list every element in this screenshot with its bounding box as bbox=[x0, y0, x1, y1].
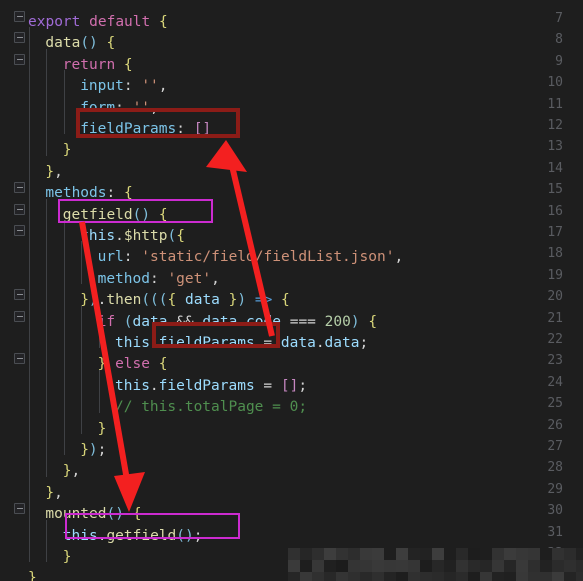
code-editor[interactable]: 7 8 9 10 11 12 13 14 15 16 17 18 19 20 21 22 23 24 25 26 27 2… bbox=[0, 0, 583, 581]
code-line[interactable]: form: '', bbox=[80, 98, 159, 119]
code-fold-toggle-icon[interactable] bbox=[14, 353, 25, 365]
line-number: 17 bbox=[547, 225, 563, 240]
line-number: 15 bbox=[547, 182, 563, 198]
line-number: 27 bbox=[547, 439, 563, 454]
indent-guide bbox=[63, 220, 65, 456]
code-line[interactable]: return { bbox=[63, 55, 133, 76]
line-number: 20 bbox=[547, 289, 563, 305]
line-number: 22 bbox=[547, 332, 563, 347]
code-line[interactable]: url: 'static/field/fieldList.json', bbox=[98, 247, 404, 268]
code-line[interactable]: fieldParams: [] bbox=[80, 119, 211, 140]
code-fold-toggle-icon[interactable] bbox=[14, 182, 25, 194]
code-line[interactable]: this.getfield(); bbox=[63, 526, 203, 547]
code-fold-toggle-icon[interactable] bbox=[14, 32, 25, 44]
line-number: 25 bbox=[547, 396, 563, 412]
line-number: 9 bbox=[555, 53, 563, 69]
line-number: 33 bbox=[547, 567, 563, 581]
code-line[interactable]: this.fieldParams = data.data; bbox=[115, 333, 368, 354]
line-number: 31 bbox=[547, 524, 563, 540]
code-line[interactable]: data() { bbox=[45, 33, 115, 54]
code-line[interactable]: }); bbox=[80, 440, 106, 461]
line-number: 23 bbox=[547, 353, 563, 369]
code-fold-toggle-icon[interactable] bbox=[14, 289, 25, 301]
code-line[interactable]: this.$http({ bbox=[80, 226, 185, 247]
line-number: 30 bbox=[547, 503, 563, 519]
line-number: 24 bbox=[547, 374, 563, 390]
line-number: 18 bbox=[547, 246, 563, 262]
code-line[interactable]: mounted() { bbox=[45, 504, 141, 525]
code-line[interactable]: // this.totalPage = 0; bbox=[115, 397, 307, 418]
code-line[interactable]: } bbox=[98, 419, 107, 440]
indent-guide bbox=[46, 519, 48, 563]
code-line[interactable]: this.fieldParams = []; bbox=[115, 376, 307, 397]
code-line[interactable]: } bbox=[63, 547, 72, 568]
code-line[interactable]: } else { bbox=[98, 354, 168, 375]
line-number: 10 bbox=[547, 75, 563, 91]
indent-guide bbox=[46, 48, 48, 156]
line-number: 26 bbox=[547, 417, 563, 433]
line-number: 14 bbox=[547, 160, 563, 176]
code-line[interactable]: }, bbox=[63, 461, 80, 482]
line-number: 28 bbox=[547, 460, 563, 476]
code-line[interactable]: }).then((({ data }) => { bbox=[80, 290, 290, 311]
code-line[interactable]: methods: { bbox=[45, 183, 132, 204]
line-number: 12 bbox=[547, 118, 563, 133]
indent-guide bbox=[46, 198, 48, 477]
line-number: 21 bbox=[547, 310, 563, 326]
code-line[interactable]: if (data && data.code === 200) { bbox=[98, 312, 377, 333]
code-fold-toggle-icon[interactable] bbox=[14, 225, 25, 236]
line-number: 19 bbox=[547, 267, 563, 283]
code-fold-toggle-icon[interactable] bbox=[14, 503, 25, 515]
code-line[interactable]: }, bbox=[45, 483, 62, 504]
code-fold-toggle-icon[interactable] bbox=[14, 203, 25, 215]
line-number: 7 bbox=[555, 11, 563, 26]
code-fold-toggle-icon[interactable] bbox=[14, 53, 25, 65]
code-line[interactable]: } bbox=[28, 568, 37, 581]
code-line[interactable]: input: '', bbox=[80, 76, 167, 97]
code-line[interactable]: } bbox=[63, 140, 72, 161]
line-number: 29 bbox=[547, 481, 563, 497]
code-line[interactable]: getfield() { bbox=[63, 205, 168, 226]
indent-guide bbox=[98, 369, 100, 413]
line-number: 16 bbox=[547, 203, 563, 219]
line-number: 32 bbox=[547, 546, 563, 561]
indent-guide bbox=[63, 70, 65, 135]
indent-guide bbox=[81, 241, 83, 285]
code-fold-toggle-icon[interactable] bbox=[14, 11, 25, 22]
line-number: 13 bbox=[547, 139, 563, 155]
editor-top-edge bbox=[0, 0, 583, 6]
code-line[interactable]: method: 'get', bbox=[98, 269, 220, 290]
indent-guide bbox=[81, 305, 83, 434]
line-number: 11 bbox=[547, 96, 563, 112]
indent-guide bbox=[29, 27, 30, 563]
code-line[interactable]: export default { bbox=[28, 12, 168, 33]
line-number: 8 bbox=[555, 32, 563, 48]
code-line[interactable]: }, bbox=[45, 162, 62, 183]
code-fold-toggle-icon[interactable] bbox=[14, 310, 25, 322]
